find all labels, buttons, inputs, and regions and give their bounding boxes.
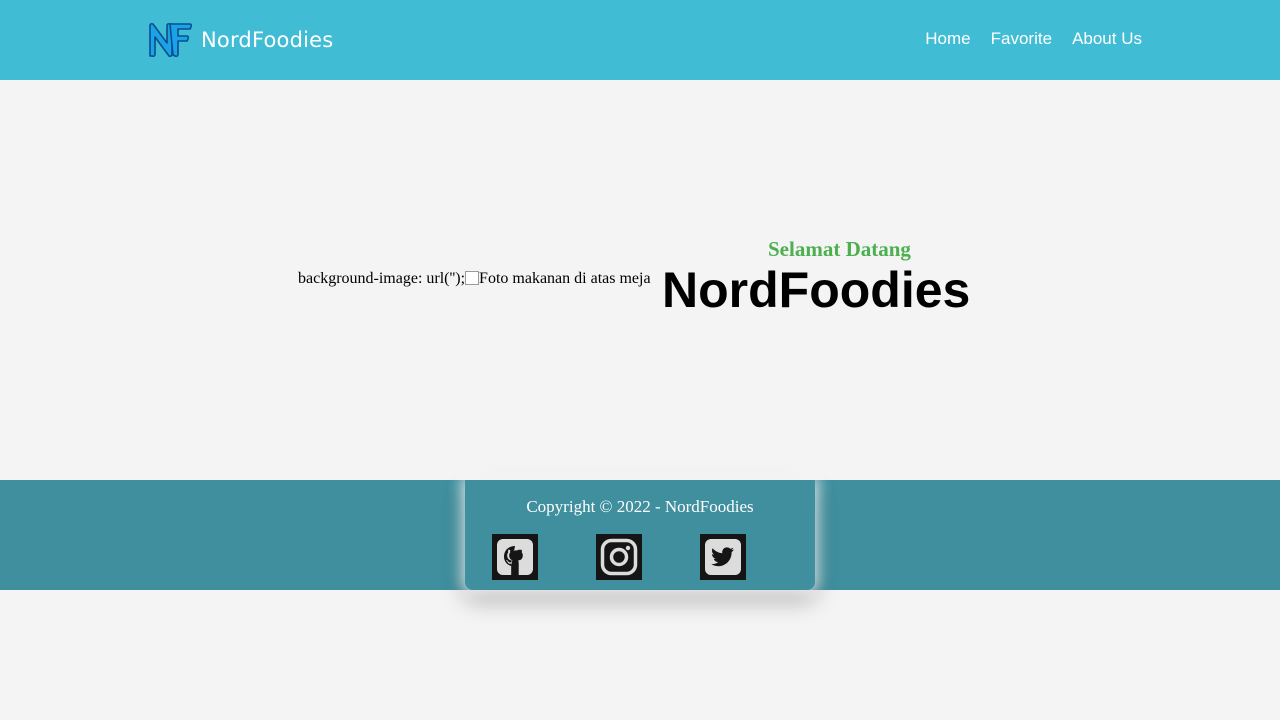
nav-favorite-link[interactable]: Favorite <box>991 28 1052 50</box>
hero-image-css-text: background-image: url(''); <box>298 270 466 287</box>
hero-title: NordFoodies <box>662 262 971 318</box>
instagram-icon <box>600 538 638 576</box>
brand-name: NordFoodies <box>201 28 334 52</box>
hero-section: background-image: url(''); Foto makanan d… <box>0 80 1280 480</box>
footer-card: Copyright © 2022 - NordFoodies <box>465 480 815 590</box>
instagram-link[interactable] <box>596 534 642 580</box>
nav-home-link[interactable]: Home <box>925 28 970 50</box>
navbar: NordFoodies Home Favorite About Us <box>0 0 1280 80</box>
nav-about-link[interactable]: About Us <box>1072 28 1142 50</box>
hero-subtitle: Selamat Datang <box>768 237 911 261</box>
github-link[interactable] <box>492 534 538 580</box>
brand-link[interactable]: NordFoodies <box>147 20 333 60</box>
twitter-icon <box>705 539 741 575</box>
main-nav: Home Favorite About Us <box>925 28 1142 50</box>
hero-image-fallback: background-image: url(''); Foto makanan d… <box>298 270 651 288</box>
broken-image-icon <box>465 271 480 285</box>
twitter-link[interactable] <box>700 534 746 580</box>
nf-logo-icon <box>149 22 193 58</box>
github-icon <box>497 539 533 575</box>
footer: Copyright © 2022 - NordFoodies <box>0 480 1280 590</box>
copyright-text: Copyright © 2022 - NordFoodies <box>526 497 754 516</box>
hero-image-alt: Foto makanan di atas meja <box>479 270 651 287</box>
